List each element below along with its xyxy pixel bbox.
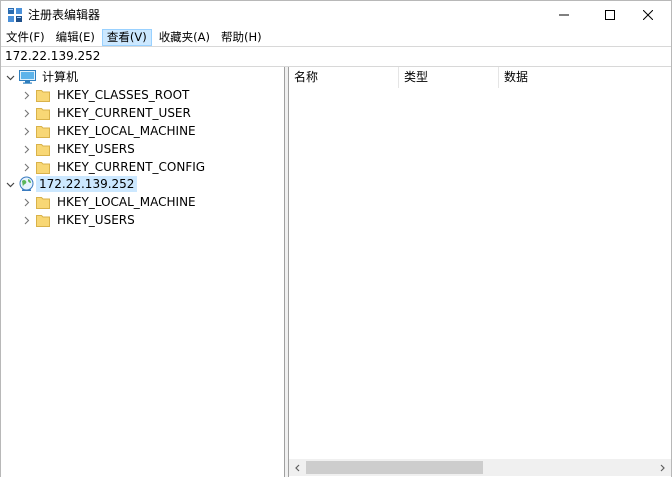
scroll-right-button[interactable] — [654, 459, 671, 476]
expand-arrow-icon[interactable] — [5, 175, 15, 193]
folder-icon — [36, 107, 54, 120]
close-button[interactable] — [625, 1, 671, 29]
expand-arrow-icon[interactable] — [5, 68, 15, 86]
tree-label-computer: 计算机 — [42, 70, 79, 84]
tree-label: HKEY_CLASSES_ROOT — [57, 88, 190, 102]
collapse-arrow-icon[interactable] — [21, 122, 31, 140]
minimize-button[interactable] — [541, 1, 587, 29]
window-title: 注册表编辑器 — [28, 8, 101, 22]
collapse-arrow-icon[interactable] — [21, 140, 31, 158]
menu-help[interactable]: 帮助(H) — [217, 29, 266, 46]
close-icon — [643, 10, 653, 20]
regedit-window: 注册表编辑器 文件(F) 编辑(E) 查看(V) 收藏夹(A) 帮助(H) 17… — [0, 0, 672, 477]
chevron-left-icon — [295, 464, 300, 471]
menu-edit[interactable]: 编辑(E) — [52, 29, 99, 46]
folder-icon — [36, 214, 54, 227]
menu-favorites[interactable]: 收藏夹(A) — [155, 29, 214, 46]
computer-icon — [19, 70, 36, 84]
network-globe-icon — [19, 176, 34, 192]
tree-node-hklm[interactable]: HKEY_LOCAL_MACHINE — [21, 122, 199, 140]
regedit-icon — [7, 7, 23, 23]
horizontal-scrollbar[interactable] — [289, 459, 671, 476]
tree-node-hkcu[interactable]: HKEY_CURRENT_USER — [21, 104, 194, 122]
folder-icon — [36, 161, 54, 174]
menu-view[interactable]: 查看(V) — [101, 28, 152, 46]
tree-node-hku[interactable]: HKEY_USERS — [21, 140, 138, 158]
folder-icon — [36, 125, 54, 138]
column-header-type[interactable]: 类型 — [399, 67, 499, 88]
tree-label: HKEY_LOCAL_MACHINE — [57, 124, 196, 138]
collapse-arrow-icon[interactable] — [21, 211, 31, 229]
column-header-name[interactable]: 名称 — [289, 67, 399, 88]
folder-icon — [36, 196, 54, 209]
tree-node-remote[interactable]: 172.22.139.252 — [5, 175, 138, 193]
tree-label: HKEY_CURRENT_CONFIG — [57, 160, 206, 174]
tree-node-hkcc[interactable]: HKEY_CURRENT_CONFIG — [21, 158, 208, 176]
tree-node-computer[interactable]: 计算机 — [5, 68, 81, 86]
tree-node-hkcr[interactable]: HKEY_CLASSES_ROOT — [21, 86, 192, 104]
tree-label-remote: 172.22.139.252 — [36, 176, 138, 192]
folder-icon — [36, 89, 54, 102]
tree-node-remote-hku[interactable]: HKEY_USERS — [21, 211, 138, 229]
address-bar[interactable]: 172.22.139.252 — [1, 46, 671, 67]
registry-tree[interactable]: 计算机 HKEY_CLASSES_ROOT HKEY_CURRENT_USER — [1, 67, 285, 477]
collapse-arrow-icon[interactable] — [21, 104, 31, 122]
chevron-right-icon — [660, 464, 665, 471]
tree-node-remote-hklm[interactable]: HKEY_LOCAL_MACHINE — [21, 193, 199, 211]
tree-label: HKEY_USERS — [57, 142, 135, 156]
title-bar[interactable]: 注册表编辑器 — [1, 1, 671, 29]
collapse-arrow-icon[interactable] — [21, 158, 31, 176]
values-list[interactable]: 名称 类型 数据 — [289, 67, 671, 477]
menu-file[interactable]: 文件(F) — [2, 29, 49, 46]
folder-icon — [36, 143, 54, 156]
collapse-arrow-icon[interactable] — [21, 86, 31, 104]
maximize-icon — [605, 10, 615, 20]
tree-label: HKEY_USERS — [57, 213, 135, 227]
tree-label: HKEY_LOCAL_MACHINE — [57, 195, 196, 209]
menu-bar: 文件(F) 编辑(E) 查看(V) 收藏夹(A) 帮助(H) — [1, 28, 671, 46]
column-header-data[interactable]: 数据 — [499, 67, 671, 88]
minimize-icon — [559, 14, 569, 16]
collapse-arrow-icon[interactable] — [21, 193, 31, 211]
tree-label: HKEY_CURRENT_USER — [57, 106, 191, 120]
scrollbar-thumb[interactable] — [306, 461, 483, 474]
scroll-left-button[interactable] — [289, 459, 306, 476]
